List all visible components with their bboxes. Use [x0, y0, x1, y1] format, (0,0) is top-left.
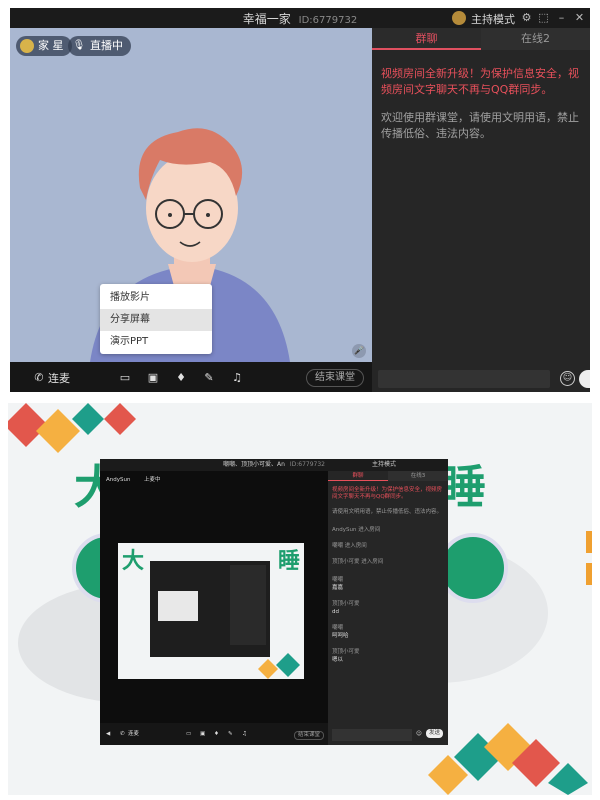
avatar [20, 39, 34, 53]
tab-online[interactable]: 在线2 [481, 28, 590, 50]
host-mode-label[interactable]: 主持模式 [471, 11, 515, 27]
security-notice: 视频房间全新升级！为保护信息安全，视频房间文字聊天不再与QQ群同步。 [381, 67, 579, 96]
inner-chat-input[interactable] [332, 729, 412, 741]
members-pill[interactable]: 家 星 [16, 36, 72, 56]
message-sender: 顶顶小可爱 [332, 649, 360, 655]
list-item: 顶顶小可爱 进入房间 [332, 559, 384, 565]
inner-toolbar: ◀ ✆ 连麦 ▭ ▣ ♦ ✎ ♫ 结束课堂 [100, 723, 328, 745]
inner-chat-panel: 群聊 在线3 视频房间全新升级！为保护信息安全，视频房间文字聊天不再与QQ群同步… [328, 471, 448, 745]
inner-tab-group[interactable]: 群聊 [328, 471, 388, 481]
inner-live-pill: 上麦中 [144, 477, 161, 483]
chat-panel: 群聊 在线2 视频房间全新升级！为保护信息安全，视频房间文字聊天不再与QQ群同步… [372, 28, 590, 392]
message-sender: 嘲嘲 [332, 577, 344, 583]
inner-title-bar: 嘲嘲、顶顶小可爱、An ID:6779732 主持模式 [100, 459, 448, 471]
music-icon[interactable]: ♫ [230, 371, 244, 384]
inner-mic-icon[interactable]: ♦ [214, 731, 219, 738]
inner-room-id: ID:6779732 [289, 461, 325, 468]
send-button[interactable] [579, 370, 590, 388]
inner-user-pill: AndySun [106, 477, 131, 483]
inner-tab-online[interactable]: 在线3 [388, 471, 448, 481]
inner-pen-icon[interactable]: ✎ [228, 731, 233, 738]
chat-input[interactable] [378, 370, 550, 388]
settings-icon[interactable]: ⚙ [520, 11, 533, 24]
nested-app-window [150, 561, 270, 657]
whiteboard-icon[interactable]: ✎ [202, 371, 216, 384]
room-id: ID:6779732 [298, 15, 358, 26]
inner-emoji-icon[interactable]: ☺ [416, 731, 422, 738]
phone-icon[interactable]: ✆ [32, 371, 46, 384]
inner-music-icon[interactable]: ♫ [242, 731, 247, 738]
message-text: 嘉嘉 [332, 585, 344, 591]
inner-camera-icon[interactable]: ▭ [186, 731, 191, 738]
message-text: 嗯以 [332, 657, 344, 663]
window-title: 幸福一家 [242, 12, 291, 26]
camera-icon[interactable]: ▭ [118, 371, 132, 384]
menu-item-play-video[interactable]: 播放影片 [100, 287, 212, 309]
inner-host-mode[interactable]: 主持模式 [372, 459, 396, 471]
shared-app-window: 嘲嘲、顶顶小可爱、An ID:6779732 主持模式 AndySun 上麦中 … [100, 459, 448, 745]
inner-phone-icon[interactable]: ✆ [120, 731, 125, 738]
message-sender: 嘲嘲 [332, 625, 344, 631]
share-screen-icon[interactable]: ▣ [146, 371, 160, 384]
inner-send-button[interactable]: 发送 [426, 729, 444, 738]
list-item: AndySun 进入房间 [332, 527, 381, 533]
inner-window-title: 嘲嘲、顶顶小可爱、An [223, 461, 285, 468]
badge-right [438, 533, 508, 603]
emoji-icon[interactable]: ☺ [560, 371, 575, 386]
microphone-toggle-icon[interactable]: ♦ [174, 371, 188, 384]
list-item: 嘲嘲 进入房间 [332, 543, 367, 549]
welcome-notice: 欢迎使用群课堂，请使用文明用语，禁止传播低俗、违法内容。 [381, 111, 579, 140]
microphone-icon: 🎙 [72, 40, 86, 51]
video-area: 家 星 🎙 直播中 播放影片 分享屏幕 演示PPT 🎤 [10, 28, 372, 362]
share-popup-menu: 播放影片 分享屏幕 演示PPT [100, 284, 212, 354]
menu-item-share-screen[interactable]: 分享屏幕 [100, 309, 212, 331]
speaker-icon[interactable]: ◀ [106, 731, 110, 738]
inner-video-area: AndySun 上麦中 大 睡 [100, 471, 328, 723]
inner-welcome-notice: 请使用文明用语，禁止传播低俗、违法内容。 [332, 509, 443, 515]
message-sender: 顶顶小可爱 [332, 601, 360, 607]
popout-icon[interactable]: ⬚ [537, 11, 550, 24]
inner-mic-link[interactable]: 连麦 [128, 731, 139, 738]
mic-status-icon[interactable]: 🎤 [352, 344, 366, 358]
inner-end-class-button[interactable]: 结束课堂 [294, 731, 325, 740]
video-toolbar: ✆ 连麦 ▭ ▣ ♦ ✎ ♫ 结束课堂 [10, 362, 372, 392]
inner-share-icon[interactable]: ▣ [200, 731, 205, 738]
top-screenshot: 幸福一家 ID:6779732 主持模式 ⚙ ⬚ – ✕ 家 星 🎙 直播中 播… [10, 8, 590, 392]
side-tab[interactable] [586, 563, 592, 585]
end-class-button[interactable]: 结束课堂 [306, 369, 364, 387]
title-bar: 幸福一家 ID:6779732 主持模式 ⚙ ⬚ – ✕ [10, 8, 590, 28]
live-status-pill: 🎙 直播中 [68, 36, 131, 56]
close-icon[interactable]: ✕ [573, 11, 586, 24]
message-text: 呵呵哈 [332, 633, 349, 639]
menu-item-present-ppt[interactable]: 演示PPT [100, 331, 212, 353]
side-tab[interactable] [586, 531, 592, 553]
tab-group-chat[interactable]: 群聊 [372, 28, 481, 50]
mic-link-button[interactable]: 连麦 [48, 370, 70, 386]
message-text: dd [332, 609, 339, 615]
minimize-icon[interactable]: – [555, 11, 568, 24]
bottom-screenshot: 大 睡 嘲嘲、顶顶小可爱、An ID:6779732 主持模式 AndySun … [8, 403, 592, 795]
inner-security-notice: 视频房间全新升级！为保护信息安全，视频房间文字聊天不再与QQ群同步。 [332, 487, 443, 500]
host-avatar[interactable] [452, 11, 466, 25]
